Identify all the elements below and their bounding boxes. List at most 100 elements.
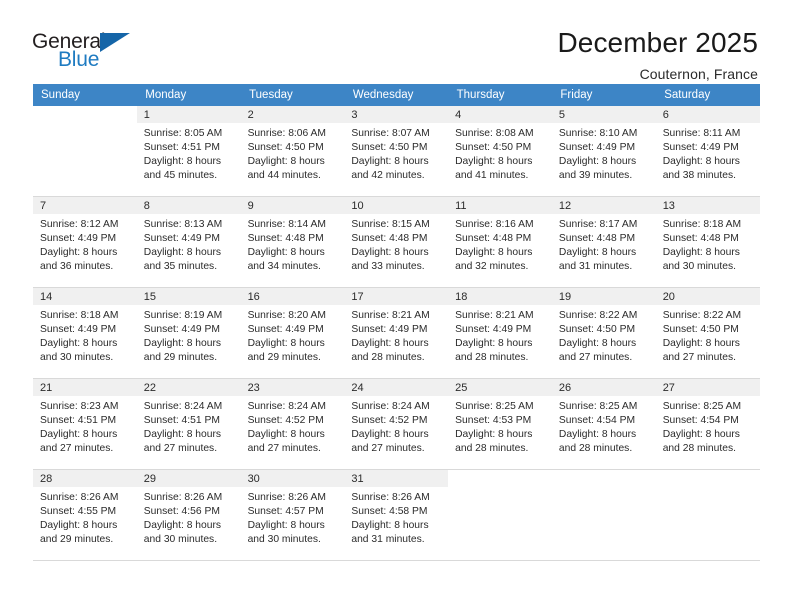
- day-number: 21: [33, 379, 137, 396]
- calendar-day-cell[interactable]: 22 Sunrise: 8:24 AM Sunset: 4:51 PM Dayligh…: [136, 378, 241, 470]
- day-number: 5: [551, 106, 656, 123]
- daylight-duration-line1: Daylight: 8 hours: [662, 156, 740, 168]
- calendar-day-cell[interactable]: 4 Sunrise: 8:08 AM Sunset: 4:50 PM Daylight…: [448, 106, 552, 197]
- day-details: Sunrise: 8:20 AM Sunset: 4:49 PM Daylight:…: [241, 305, 345, 365]
- daylight-duration-line2: and 27 minutes.: [558, 352, 633, 364]
- calendar-day-cell[interactable]: 5 Sunrise: 8:10 AM Sunset: 4:49 PM Daylight…: [551, 106, 656, 197]
- daylight-duration-line2: and 34 minutes.: [247, 261, 321, 273]
- day-number: 17: [344, 288, 449, 305]
- calendar-week-row: 7 Sunrise: 8:12 AM Sunset: 4:49 PM Daylight…: [33, 196, 760, 288]
- calendar-day-cell[interactable]: 24 Sunrise: 8:24 AM Sunset: 4:52 PM Dayligh…: [344, 378, 449, 470]
- calendar-day-cell[interactable]: 6 Sunrise: 8:11 AM Sunset: 4:49 PM Daylight…: [655, 106, 760, 197]
- daylight-duration-line2: and 27 minutes.: [143, 443, 218, 455]
- calendar-day-cell[interactable]: 2 Sunrise: 8:06 AM Sunset: 4:50 PM Daylight…: [240, 106, 345, 197]
- calendar-day-cell[interactable]: 26 Sunrise: 8:25 AM Sunset: 4:54 PM Dayligh…: [551, 378, 656, 470]
- calendar-day-cell[interactable]: 1 Sunrise: 8:05 AM Sunset: 4:51 PM Daylight…: [136, 106, 241, 197]
- daylight-duration-line1: Daylight: 8 hours: [351, 338, 429, 350]
- daylight-duration-line1: Daylight: 8 hours: [40, 247, 118, 259]
- sunrise-time: Sunrise: 8:22 AM: [558, 310, 638, 321]
- calendar-day-cell[interactable]: 15 Sunrise: 8:19 AM Sunset: 4:49 PM Dayligh…: [136, 287, 241, 379]
- general-blue-logo[interactable]: General Blue: [32, 28, 142, 76]
- daylight-duration-line1: Daylight: 8 hours: [247, 247, 325, 259]
- day-details: Sunrise: 8:08 AM Sunset: 4:50 PM Daylight:…: [448, 123, 552, 183]
- sunrise-time: Sunrise: 8:16 AM: [455, 219, 534, 230]
- sunset-time: Sunset: 4:49 PM: [351, 324, 428, 336]
- calendar-day-cell[interactable]: 23 Sunrise: 8:24 AM Sunset: 4:52 PM Dayligh…: [240, 378, 345, 470]
- day-cell-content: 12 Sunrise: 8:17 AM Sunset: 4:48 PM Dayligh…: [551, 197, 656, 287]
- calendar-day-cell[interactable]: 7 Sunrise: 8:12 AM Sunset: 4:49 PM Daylight…: [33, 196, 137, 288]
- daylight-duration-line2: and 42 minutes.: [351, 170, 425, 182]
- calendar-day-cell[interactable]: 20 Sunrise: 8:22 AM Sunset: 4:50 PM Dayligh…: [655, 287, 760, 379]
- daylight-duration-line1: Daylight: 8 hours: [558, 429, 637, 441]
- daylight-duration-line1: Daylight: 8 hours: [351, 156, 429, 168]
- sunset-time: Sunset: 4:49 PM: [662, 142, 739, 154]
- day-number: 6: [655, 106, 760, 123]
- day-details: Sunrise: 8:12 AM Sunset: 4:49 PM Daylight:…: [33, 214, 137, 274]
- sunset-time: Sunset: 4:48 PM: [662, 233, 739, 245]
- daylight-duration-line2: and 30 minutes.: [662, 261, 736, 273]
- calendar-day-cell[interactable]: 19 Sunrise: 8:22 AM Sunset: 4:50 PM Dayligh…: [551, 287, 656, 379]
- sunrise-time: Sunrise: 8:08 AM: [455, 128, 534, 139]
- daylight-duration-line2: and 33 minutes.: [351, 261, 425, 273]
- calendar-day-cell[interactable]: 14 Sunrise: 8:18 AM Sunset: 4:49 PM Dayligh…: [33, 287, 137, 379]
- sunset-time: Sunset: 4:54 PM: [662, 415, 739, 427]
- calendar-day-cell[interactable]: 13 Sunrise: 8:18 AM Sunset: 4:48 PM Dayligh…: [655, 196, 760, 288]
- calendar-day-cell[interactable]: 10 Sunrise: 8:15 AM Sunset: 4:48 PM Dayligh…: [344, 196, 449, 288]
- sunrise-time: Sunrise: 8:11 AM: [662, 128, 741, 139]
- location-subtitle: Couternon, France: [639, 66, 758, 83]
- calendar-day-cell[interactable]: 31 Sunrise: 8:26 AM Sunset: 4:58 PM Dayligh…: [344, 469, 449, 561]
- day-number: 2: [240, 106, 345, 123]
- sunset-time: Sunset: 4:53 PM: [455, 415, 532, 427]
- sunset-time: Sunset: 4:51 PM: [143, 415, 220, 427]
- calendar-day-cell[interactable]: 18 Sunrise: 8:21 AM Sunset: 4:49 PM Dayligh…: [448, 287, 552, 379]
- daylight-duration-line2: and 31 minutes.: [351, 534, 425, 546]
- sunset-time: Sunset: 4:51 PM: [143, 142, 220, 154]
- day-number: 4: [448, 106, 552, 123]
- calendar-day-cell[interactable]: 11 Sunrise: 8:16 AM Sunset: 4:48 PM Dayligh…: [448, 196, 552, 288]
- calendar-day-cell[interactable]: 16 Sunrise: 8:20 AM Sunset: 4:49 PM Dayligh…: [240, 287, 345, 379]
- daylight-duration-line1: Daylight: 8 hours: [143, 247, 222, 259]
- calendar-page: General Blue December 2025 Couternon, Fr…: [0, 0, 792, 612]
- daylight-duration-line2: and 35 minutes.: [143, 261, 218, 273]
- sunrise-time: Sunrise: 8:07 AM: [351, 128, 430, 139]
- day-number: 20: [655, 288, 760, 305]
- day-details: Sunrise: 8:24 AM Sunset: 4:52 PM Daylight:…: [241, 396, 345, 456]
- weekday-header-monday: Monday: [136, 84, 242, 106]
- sunset-time: Sunset: 4:50 PM: [455, 142, 532, 154]
- daylight-duration-line2: and 44 minutes.: [247, 170, 321, 182]
- calendar-day-cell[interactable]: 9 Sunrise: 8:14 AM Sunset: 4:48 PM Daylight…: [240, 196, 345, 288]
- logo-triangle-icon: [100, 33, 130, 52]
- sunset-time: Sunset: 4:48 PM: [351, 233, 428, 245]
- day-cell-content: 23 Sunrise: 8:24 AM Sunset: 4:52 PM Dayligh…: [240, 379, 345, 469]
- sunrise-time: Sunrise: 8:14 AM: [247, 219, 326, 230]
- day-cell-content: 7 Sunrise: 8:12 AM Sunset: 4:49 PM Daylight…: [33, 197, 137, 287]
- sunrise-time: Sunrise: 8:24 AM: [351, 401, 430, 412]
- calendar-cell-empty: [448, 469, 552, 561]
- calendar-day-cell[interactable]: 21 Sunrise: 8:23 AM Sunset: 4:51 PM Dayligh…: [33, 378, 137, 470]
- day-details: Sunrise: 8:26 AM Sunset: 4:58 PM Daylight:…: [344, 487, 448, 547]
- calendar-week-row: 28 Sunrise: 8:26 AM Sunset: 4:55 PM Dayligh…: [33, 469, 760, 561]
- calendar-day-cell[interactable]: 25 Sunrise: 8:25 AM Sunset: 4:53 PM Dayligh…: [448, 378, 552, 470]
- day-details: Sunrise: 8:06 AM Sunset: 4:50 PM Daylight:…: [241, 123, 345, 183]
- calendar-day-cell[interactable]: 8 Sunrise: 8:13 AM Sunset: 4:49 PM Daylight…: [136, 196, 241, 288]
- daylight-duration-line1: Daylight: 8 hours: [662, 429, 740, 441]
- calendar-day-cell[interactable]: 28 Sunrise: 8:26 AM Sunset: 4:55 PM Dayligh…: [33, 469, 137, 561]
- day-number: 18: [448, 288, 552, 305]
- day-cell-content: 25 Sunrise: 8:25 AM Sunset: 4:53 PM Dayligh…: [448, 379, 552, 469]
- daylight-duration-line1: Daylight: 8 hours: [143, 429, 222, 441]
- calendar-day-cell[interactable]: 3 Sunrise: 8:07 AM Sunset: 4:50 PM Daylight…: [344, 106, 449, 197]
- day-cell-content: 1 Sunrise: 8:05 AM Sunset: 4:51 PM Daylight…: [136, 106, 241, 196]
- calendar-day-cell[interactable]: 12 Sunrise: 8:17 AM Sunset: 4:48 PM Dayligh…: [551, 196, 656, 288]
- daylight-duration-line1: Daylight: 8 hours: [247, 338, 325, 350]
- daylight-duration-line1: Daylight: 8 hours: [247, 520, 325, 532]
- sunrise-time: Sunrise: 8:22 AM: [662, 310, 742, 321]
- sunset-time: Sunset: 4:48 PM: [455, 233, 532, 245]
- calendar-day-cell[interactable]: 17 Sunrise: 8:21 AM Sunset: 4:49 PM Dayligh…: [344, 287, 449, 379]
- calendar-day-cell[interactable]: 29 Sunrise: 8:26 AM Sunset: 4:56 PM Dayligh…: [136, 469, 241, 561]
- calendar-day-cell[interactable]: 30 Sunrise: 8:26 AM Sunset: 4:57 PM Dayligh…: [240, 469, 345, 561]
- daylight-duration-line1: Daylight: 8 hours: [455, 247, 533, 259]
- day-details: Sunrise: 8:24 AM Sunset: 4:52 PM Daylight:…: [344, 396, 448, 456]
- daylight-duration-line2: and 31 minutes.: [558, 261, 633, 273]
- day-cell-content: 15 Sunrise: 8:19 AM Sunset: 4:49 PM Dayligh…: [136, 288, 241, 378]
- calendar-day-cell[interactable]: 27 Sunrise: 8:25 AM Sunset: 4:54 PM Dayligh…: [655, 378, 760, 470]
